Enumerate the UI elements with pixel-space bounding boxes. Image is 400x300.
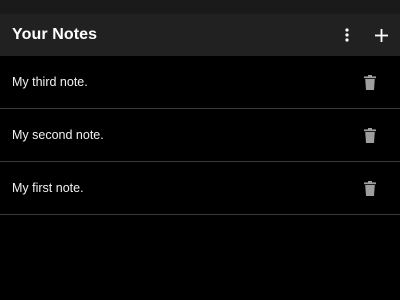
note-list: My third note. My second note. My first … — [0, 56, 400, 215]
trash-icon — [364, 127, 376, 143]
delete-note-button[interactable] — [346, 62, 394, 102]
note-text: My third note. — [12, 74, 88, 89]
overflow-menu-button[interactable] — [330, 14, 364, 56]
app-bar: Your Notes — [0, 14, 400, 56]
page-title: Your Notes — [12, 26, 98, 43]
notes-screen: Your Notes My third note. My second note… — [0, 0, 400, 300]
note-item[interactable]: My third note. — [0, 56, 400, 109]
trash-icon — [364, 180, 376, 196]
delete-note-button[interactable] — [346, 115, 394, 155]
note-text: My second note. — [12, 127, 104, 142]
note-text: My first note. — [12, 180, 84, 195]
delete-note-button[interactable] — [346, 168, 394, 208]
note-item[interactable]: My first note. — [0, 162, 400, 215]
add-icon — [374, 28, 388, 42]
more-vert-icon — [345, 28, 349, 42]
status-bar — [0, 0, 400, 14]
note-item[interactable]: My second note. — [0, 109, 400, 162]
add-note-button[interactable] — [364, 14, 398, 56]
trash-icon — [364, 74, 376, 90]
